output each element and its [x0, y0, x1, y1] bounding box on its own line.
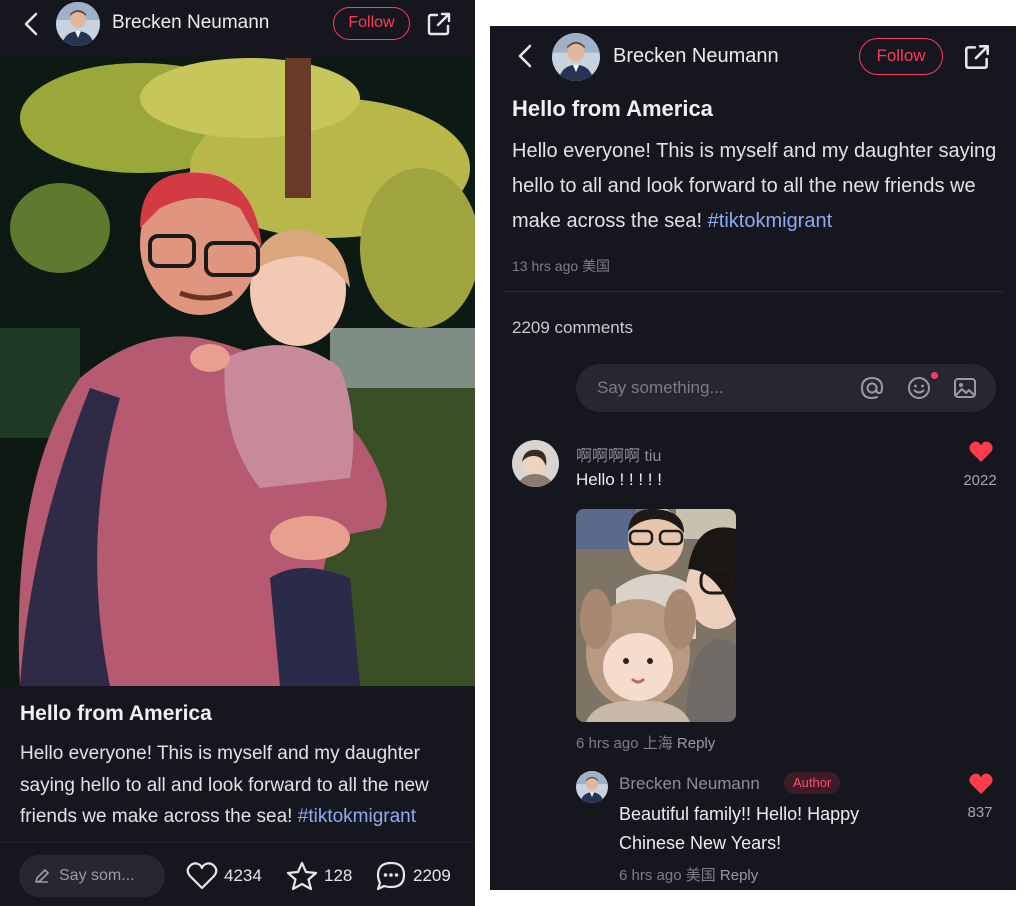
- heart-icon[interactable]: [968, 440, 994, 464]
- top-bar: Brecken Neumann Follow: [0, 0, 475, 58]
- author-avatar[interactable]: [56, 2, 100, 46]
- author-name[interactable]: Brecken Neumann: [112, 12, 269, 34]
- hashtag-link[interactable]: #tiktokmigrant: [708, 210, 833, 232]
- post-body: Hello everyone! This is myself and my da…: [512, 134, 1002, 239]
- comment-bubble-icon: [376, 861, 406, 891]
- post-time: 13 hrs ago: [512, 258, 579, 274]
- comment-like-count: 2022: [963, 472, 997, 489]
- commenter-avatar[interactable]: [512, 440, 559, 487]
- reply-button[interactable]: Reply: [677, 735, 715, 752]
- hashtag-link[interactable]: #tiktokmigrant: [298, 806, 416, 827]
- smiley-icon[interactable]: [906, 375, 932, 401]
- comment-count: 2209: [413, 866, 451, 885]
- commenter-name[interactable]: 啊啊啊啊 tiu: [576, 442, 661, 466]
- comment-text: Hello ! ! ! ! !: [576, 470, 662, 489]
- reply-location: 美国: [685, 867, 716, 884]
- reply-author-avatar[interactable]: [576, 771, 608, 803]
- author-avatar[interactable]: [552, 33, 600, 81]
- share-external-icon[interactable]: [425, 10, 453, 38]
- like-button[interactable]: 4234: [186, 855, 262, 897]
- reply-meta: 6 hrs ago 美国 Reply: [619, 864, 758, 885]
- post-title: Hello from America: [512, 96, 713, 121]
- comment-photo[interactable]: [576, 509, 736, 722]
- comment-input-placeholder: Say something...: [597, 378, 724, 397]
- notification-dot: [931, 372, 938, 379]
- comment-button[interactable]: 2209: [375, 855, 451, 897]
- heart-icon: [186, 862, 218, 890]
- reply-time: 6 hrs ago: [619, 867, 682, 884]
- post-title: Hello from America: [20, 702, 212, 725]
- comment-input[interactable]: Say something...: [576, 364, 996, 412]
- comment-location: 上海: [642, 735, 673, 752]
- follow-button[interactable]: Follow: [333, 7, 410, 40]
- comments-screen: Brecken Neumann Follow Hello from Americ…: [490, 26, 1016, 890]
- reply-like-count: 837: [967, 804, 993, 821]
- like-count: 4234: [224, 866, 262, 885]
- post-detail-screen: Brecken Neumann Follow Hello from Americ…: [0, 0, 475, 906]
- reply-text: Beautiful family!! Hello! Happy Chinese …: [619, 804, 860, 853]
- author-badge: Author: [784, 772, 841, 794]
- bottom-action-bar: Say som... 4234 128 2209: [0, 842, 475, 906]
- chevron-left-icon[interactable]: [512, 42, 540, 70]
- reply-author-name[interactable]: Brecken Neumann: [619, 774, 760, 794]
- comments-count: 2209 comments: [512, 318, 633, 337]
- post-location: 美国: [582, 258, 611, 274]
- post-body: Hello everyone! This is myself and my da…: [20, 738, 460, 833]
- at-icon[interactable]: [859, 375, 885, 401]
- author-name[interactable]: Brecken Neumann: [613, 45, 779, 68]
- divider: [504, 291, 1004, 292]
- comment-input[interactable]: Say som...: [19, 855, 165, 897]
- chevron-left-icon[interactable]: [18, 10, 46, 38]
- favorite-button[interactable]: 128: [286, 855, 352, 897]
- comment-input-placeholder: Say som...: [59, 867, 135, 884]
- image-icon[interactable]: [952, 375, 978, 401]
- pen-icon: [35, 869, 49, 883]
- comment-time: 6 hrs ago: [576, 735, 639, 752]
- post-photo[interactable]: [0, 58, 475, 686]
- comment-meta: 6 hrs ago 上海 Reply: [576, 732, 715, 753]
- star-icon: [286, 861, 318, 891]
- heart-icon[interactable]: [968, 772, 994, 796]
- reply-button[interactable]: Reply: [720, 867, 758, 884]
- follow-button[interactable]: Follow: [859, 38, 943, 75]
- favorite-count: 128: [324, 866, 353, 885]
- share-external-icon[interactable]: [962, 42, 992, 72]
- post-meta: 13 hrs ago 美国: [512, 256, 610, 276]
